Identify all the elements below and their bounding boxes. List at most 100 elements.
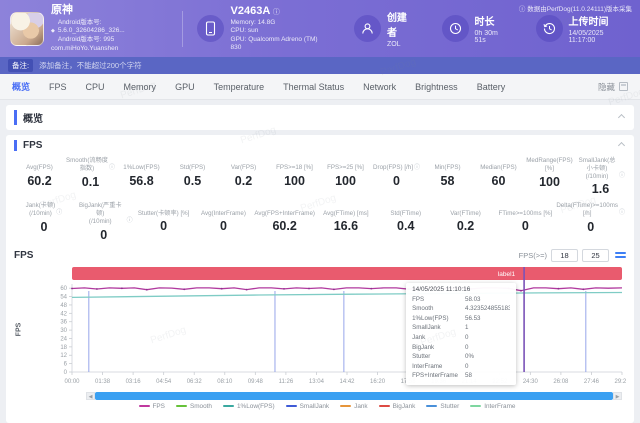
tab-temperature[interactable]: Temperature <box>214 82 265 92</box>
svg-text:18: 18 <box>60 344 67 350</box>
tab-gpu[interactable]: GPU <box>175 82 195 92</box>
device-gpu: GPU: Qualcomm Adreno (TM) 830 <box>231 36 328 53</box>
legend-item-smalljank[interactable]: SmallJank <box>286 403 329 410</box>
stat-cell: Drop(FPS) [/h]ⓘ0 <box>371 157 422 196</box>
stat-label: Var(FPS) <box>219 157 268 172</box>
legend-item-stutter[interactable]: Stutter <box>426 403 459 410</box>
info-icon[interactable]: ⓘ <box>414 165 420 173</box>
duration-value: 0h 30m 51s <box>475 30 510 44</box>
app-version-line1: Android版本号: 5.6.0_32604286_326... <box>58 19 168 36</box>
collapse-chevron-icon[interactable] <box>618 142 625 149</box>
stat-cell: Smooth(流畅度指数)ⓘ0.1 <box>65 157 116 196</box>
stat-cell: SmallJank(总小卡顿) (/10min)ⓘ1.6 <box>575 157 626 196</box>
stat-value: 58 <box>423 174 472 188</box>
upload-time-block: 上传时间 14/05/2025 11:17:00 <box>536 13 631 44</box>
game-app-icon <box>10 12 44 46</box>
chart-tooltip: 14/05/2025 11:10:16 FPS58.03Smooth4.3235… <box>406 283 516 385</box>
user-icon <box>354 15 381 42</box>
legend-swatch <box>426 405 437 407</box>
fps-stats-row-1: Avg(FPS)60.2Smooth(流畅度指数)ⓘ0.11%Low(FPS)5… <box>14 157 626 196</box>
stat-value: 0.4 <box>377 219 435 233</box>
legend-item-jank[interactable]: Jank <box>340 403 368 410</box>
stat-label: Std(FPS) <box>168 157 217 172</box>
stat-label: Avg(FTime) [ms] <box>317 202 375 217</box>
stat-label: Delta(FTime)>=100ms [/h]ⓘ <box>556 202 625 218</box>
legend-item-smooth[interactable]: Smooth <box>176 403 212 410</box>
legend-swatch <box>139 405 150 407</box>
stat-value: 60.2 <box>15 174 64 188</box>
tooltip-row: InterFrame0 <box>412 362 510 372</box>
info-icon[interactable]: ⓘ <box>619 210 625 218</box>
game-title: 原神 <box>51 4 168 18</box>
notes-bar[interactable]: 备注: 添加备注，不能超过200个字符 <box>0 57 640 74</box>
fps-threshold-input-1[interactable] <box>551 249 578 262</box>
stat-label: Avg(InterFrame) <box>195 202 253 217</box>
info-icon[interactable]: ⓘ <box>127 218 133 226</box>
fps-threshold-label: FPS(>=) <box>519 251 547 260</box>
stat-value: 0 <box>195 219 253 233</box>
svg-text:00:00: 00:00 <box>64 379 80 385</box>
legend-swatch <box>340 405 351 407</box>
stat-label: SmallJank(总小卡顿) (/10min)ⓘ <box>576 157 625 180</box>
collapse-chevron-icon[interactable] <box>618 114 625 121</box>
stat-label: Drop(FPS) [/h]ⓘ <box>372 157 421 172</box>
legend-item-1-low-fps-[interactable]: 1%Low(FPS) <box>223 403 275 410</box>
hide-button[interactable]: 隐藏 <box>598 81 615 93</box>
legend-item-bigjank[interactable]: BigJank <box>379 403 416 410</box>
phone-icon <box>197 15 224 42</box>
chart-settings-icon[interactable] <box>615 252 626 259</box>
hide-panel-icon[interactable] <box>619 82 628 91</box>
svg-text:6: 6 <box>64 361 68 367</box>
tooltip-row: BigJank0 <box>412 343 510 353</box>
app-package-name: com.miHoYo.Yuanshen <box>51 45 168 53</box>
tab-battery[interactable]: Battery <box>477 82 506 92</box>
stat-cell: FPS>=18 [%] 100 <box>269 157 320 196</box>
info-icon[interactable]: ⓘ <box>109 165 115 173</box>
tab-network[interactable]: Network <box>363 82 396 92</box>
scrollbar-thumb[interactable] <box>95 392 613 400</box>
fps-threshold-input-2[interactable] <box>582 249 609 262</box>
tab-memory[interactable]: Memory <box>124 82 157 92</box>
stat-cell: MedRange(FPS)[%]100 <box>524 157 575 196</box>
scroll-left-arrow-icon[interactable]: ◀ <box>86 392 95 400</box>
tab-thermal-status[interactable]: Thermal Status <box>283 82 344 92</box>
svg-text:16:20: 16:20 <box>370 379 386 385</box>
chart-scrollbar[interactable]: ◀ ▶ <box>86 392 622 400</box>
scroll-right-arrow-icon[interactable]: ▶ <box>613 392 622 400</box>
fps-chart-plot[interactable]: label10612182430364248546000:0001:3803:1… <box>28 264 626 391</box>
svg-text:29:24: 29:24 <box>614 379 626 385</box>
chart-legend: FPS Smooth 1%Low(FPS) SmallJank Jank BigJank S… <box>28 403 626 410</box>
stat-cell: Stutter(卡顿率) [%]0 <box>134 202 194 241</box>
stat-value: 100 <box>270 174 319 188</box>
tab-概览[interactable]: 概览 <box>12 80 30 93</box>
stat-cell: Jank(卡顿) (/10min)ⓘ0 <box>14 202 74 241</box>
stat-label: FPS>=25 [%] <box>321 157 370 172</box>
stat-label: Avg(FPS) <box>15 157 64 172</box>
stat-label: Jank(卡顿) (/10min)ⓘ <box>15 202 73 218</box>
legend-item-fps[interactable]: FPS <box>139 403 165 410</box>
tooltip-row: Jank0 <box>412 333 510 343</box>
perfdog-version-note: ⓘ 数据由PerfDog(11.0.24111)版本采集 <box>519 3 632 13</box>
fps-chart: FPS label10612182430364248546000:0001:38… <box>14 264 626 410</box>
svg-text:09:48: 09:48 <box>248 379 264 385</box>
stat-cell: Avg(FTime) [ms]16.6 <box>316 202 376 241</box>
stat-value: 0.5 <box>168 174 217 188</box>
tab-cpu[interactable]: CPU <box>86 82 105 92</box>
stat-value: 100 <box>525 175 574 189</box>
tab-fps[interactable]: FPS <box>49 82 67 92</box>
stat-label: FPS>=18 [%] <box>270 157 319 172</box>
overview-section-card: 概览 <box>6 105 634 130</box>
history-clock-icon <box>536 15 563 42</box>
svg-text:03:16: 03:16 <box>126 379 142 385</box>
tab-brightness[interactable]: Brightness <box>415 82 458 92</box>
svg-text:24:30: 24:30 <box>523 379 539 385</box>
device-info-icon[interactable]: ⓘ <box>273 9 280 16</box>
legend-item-interframe[interactable]: InterFrame <box>470 403 515 410</box>
svg-text:12: 12 <box>60 353 67 359</box>
stat-cell: BigJank(严重卡顿) (/10min)ⓘ0 <box>74 202 134 241</box>
header-divider <box>182 11 183 47</box>
svg-text:26:08: 26:08 <box>553 379 569 385</box>
duration-block: 时长 0h 30m 51s <box>442 13 510 44</box>
info-icon[interactable]: ⓘ <box>56 210 62 218</box>
info-icon[interactable]: ⓘ <box>619 173 625 181</box>
